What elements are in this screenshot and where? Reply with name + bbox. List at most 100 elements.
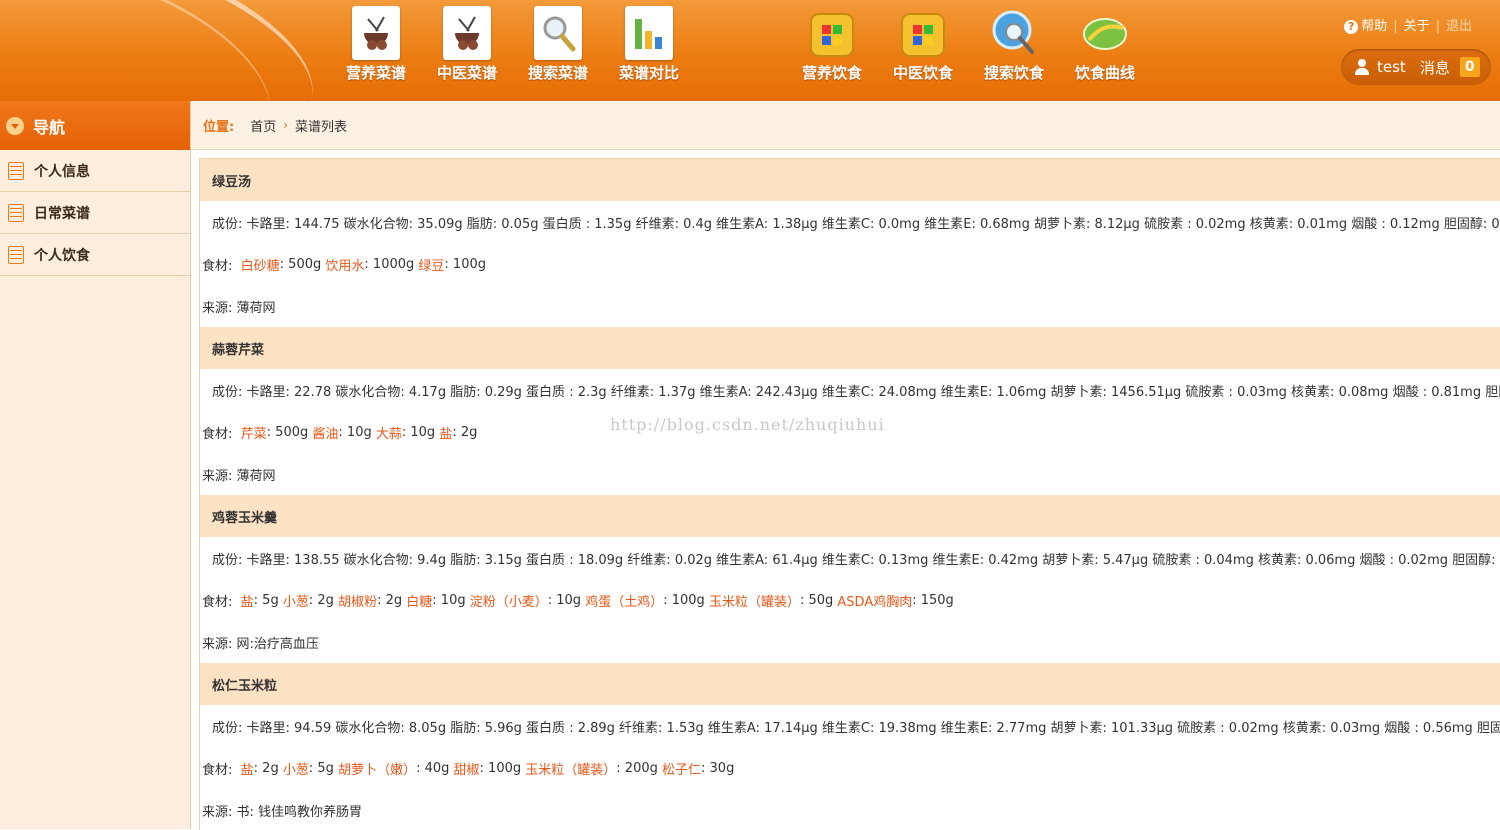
nav-label: 饮食曲线 [1074,64,1135,82]
ingredient-qty: : 30g [701,760,735,776]
food-box-icon [808,6,856,60]
leaf-curve-icon [1081,6,1129,60]
nav-tcm-diet[interactable]: 中医饮食 [883,6,963,90]
recipe-name[interactable]: 绿豆汤 [212,171,251,190]
ingredient-qty: : 2g [308,592,334,608]
ingredient-qty: : 100g [444,256,486,272]
ingredient-qty: : 1000g [364,256,415,272]
recipe-name[interactable]: 松仁玉米粒 [212,675,277,694]
about-link[interactable]: 关于 [1404,19,1430,34]
sidebar-item-label: 个人信息 [34,163,90,180]
recipe-title[interactable]: 绿豆汤 [200,159,1500,201]
user-icon [1355,59,1369,75]
nav-label: 菜谱对比 [618,64,679,82]
sidebar-item-personal-diet[interactable]: 个人饮食 [0,234,190,276]
nav-label: 搜索菜谱 [527,64,588,82]
ingredient-qty: : 100g [663,592,705,608]
ingredient-qty: : 5g [308,760,334,776]
messages-link[interactable]: 消息 [1420,57,1450,78]
sidebar-item-daily-recipes[interactable]: 日常菜谱 [0,192,190,234]
list-icon [8,203,24,222]
recipe-title[interactable]: 鸡蓉玉米羹 [200,495,1500,537]
ingredient-link[interactable]: ASDA鸡胸肉 [837,591,912,610]
recipe-title[interactable]: 松仁玉米粒 [200,663,1500,705]
nav-nutrition-recipes[interactable]: 营养菜谱 [336,6,416,90]
ingredient-qty: : 2g [377,592,403,608]
ingredient-link[interactable]: 鸡蛋（土鸡） [585,591,663,610]
ingredient-link[interactable]: 胡萝卜（嫩） [338,759,416,778]
ingredient-link[interactable]: 饮用水 [325,255,364,274]
nav-search-recipes[interactable]: 搜索菜谱 [518,6,598,90]
nav-search-diet[interactable]: 搜索饮食 [974,6,1054,90]
sidebar-header[interactable]: 导航 [0,101,190,150]
ingredient-link[interactable]: 玉米粒（罐装） [525,759,616,778]
bar-chart-icon [625,6,673,60]
breadcrumb-current: 菜谱列表 [295,119,348,135]
breadcrumb: 位置: 首页 › 菜谱列表 [191,101,1500,150]
username[interactable]: test [1377,58,1406,76]
sidebar-title: 导航 [33,117,66,137]
sidebar-item-label: 个人饮食 [34,247,90,264]
nav-diet-curve[interactable]: 饮食曲线 [1065,6,1145,90]
sidebar-item-personal-info[interactable]: 个人信息 [0,150,190,192]
ingredient-qty: : 50g [799,592,834,608]
nav-tcm-recipes[interactable]: 中医菜谱 [427,6,507,90]
message-count-badge[interactable]: 0 [1459,57,1480,77]
ingredient-qty: : 100g [479,760,522,776]
ingredient-link[interactable]: 胡椒粉 [338,591,377,610]
nav-recipe-compare[interactable]: 菜谱对比 [609,6,689,90]
magnifier-icon [534,6,582,60]
ingredient-link[interactable]: 小葱 [283,759,309,778]
ingredient-link[interactable]: 玉米粒（罐装） [709,591,800,610]
ingredient-link[interactable]: 盐 [241,759,254,778]
ingredients-label: 食材: [202,762,233,778]
chevron-right-icon: › [283,118,289,132]
ingredient-qty: : 2g [253,760,279,776]
user-bar: test 消息 0 [1341,49,1491,85]
ingredient-qty: : 150g [912,592,954,608]
list-icon [8,161,24,180]
ingredient-link[interactable]: 盐 [241,591,254,610]
ingredient-qty: : 10g [547,592,582,608]
location-label: 位置: [203,119,235,135]
ingredient-qty: : 200g [616,760,658,776]
ingredient-link[interactable]: 松子仁 [662,759,701,778]
help-link[interactable]: 帮助 [1361,19,1387,34]
ingredients-label: 食材: [202,426,233,442]
nav-label: 搜索饮食 [983,64,1044,82]
recipe-nutrition: 成份: 卡路里: 94.59 碳水化合物: 8.05g 脂肪: 5.96g 蛋白… [212,720,1500,736]
recipe-name[interactable]: 鸡蓉玉米羹 [212,507,277,526]
ingredient-qty: : 40g [416,760,450,776]
ingredients-label: 食材: [202,258,233,274]
ingredient-qty: : 2g [452,424,478,440]
ingredient-link[interactable]: 白糖 [406,591,432,610]
separator: | [1435,19,1440,34]
food-box-icon [899,6,947,60]
ingredient-link[interactable]: 盐 [439,423,452,442]
recipe-name[interactable]: 蒜蓉芹菜 [212,339,264,358]
ingredient-link[interactable]: 淀粉（小麦） [470,591,548,610]
recipe-nutrition: 成份: 卡路里: 22.78 碳水化合物: 4.17g 脂肪: 0.29g 蛋白… [212,384,1500,400]
top-header: 营养菜谱 中医菜谱 搜索菜谱 菜谱对比 营养饮食 中医饮食 搜索饮食 饮食曲线 … [0,0,1500,101]
sidebar: 导航 个人信息 日常菜谱 个人饮食 [0,101,191,829]
recipe-source: 来源: 书: 钱佳鸣教你养肠胃 [202,804,363,820]
recipe-ingredients: 食材: 盐: 5g 小葱: 2g 胡椒粉: 2g 白糖: 10g 淀粉（小麦）:… [200,579,1500,621]
ingredient-link[interactable]: 甜椒 [454,759,480,778]
ingredient-link[interactable]: 白砂糖 [241,255,280,274]
breadcrumb-home[interactable]: 首页 [250,116,276,135]
globe-search-icon [990,6,1038,60]
ingredient-qty: : 10g [432,592,466,608]
ingredient-link[interactable]: 芹菜 [241,423,267,442]
recipe-title[interactable]: 蒜蓉芹菜 [200,327,1500,369]
ingredient-link[interactable]: 大蒜 [376,423,402,442]
ingredient-link[interactable]: 小葱 [283,591,309,610]
recipe-source: 来源: 薄荷网 [202,468,276,484]
nav-nutrition-diet[interactable]: 营养饮食 [792,6,872,90]
ingredients-label: 食材: [202,594,233,610]
ingredient-link[interactable]: 酱油 [312,423,338,442]
recipe-nutrition: 成份: 卡路里: 138.55 碳水化合物: 9.4g 脂肪: 3.15g 蛋白… [212,552,1500,568]
chevron-down-icon [6,116,24,135]
nav-label: 营养菜谱 [345,64,406,82]
logout-link[interactable]: 退出 [1446,19,1472,34]
ingredient-link[interactable]: 绿豆 [418,255,444,274]
